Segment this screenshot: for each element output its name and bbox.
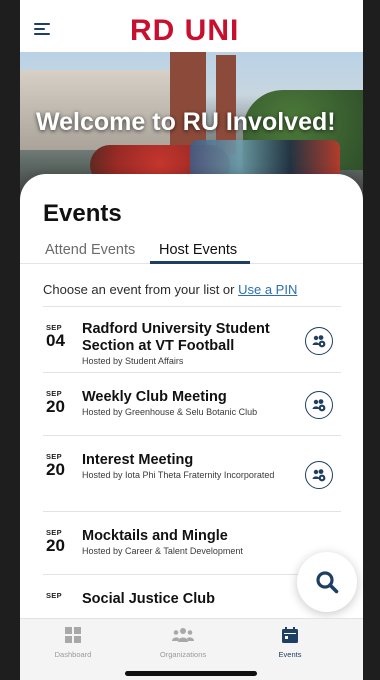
event-info: Weekly Club Meeting Hosted by Greenhouse… [82, 389, 297, 418]
checkin-button[interactable] [305, 461, 333, 489]
nav-label-events: Events [278, 650, 302, 659]
calendar-icon [282, 627, 298, 643]
event-title: Mocktails and Mingle [82, 528, 228, 544]
list-item[interactable]: SEP 20 Weekly Club Meeting Hosted by Gre… [43, 373, 341, 436]
organizations-icon [172, 628, 194, 642]
event-host: Hosted by Greenhouse & Selu Botanic Club [82, 407, 258, 417]
event-date: SEP 20 [46, 528, 74, 554]
list-item[interactable]: SEP 20 Interest Meeting Hosted by Iota P… [43, 436, 341, 512]
use-pin-link[interactable]: Use a PIN [238, 282, 297, 297]
tab-host-events[interactable]: Host Events [159, 242, 237, 258]
brand-logo: RD UNI [130, 14, 240, 47]
event-date: SEP [46, 591, 74, 600]
event-title: Social Justice Club [82, 591, 215, 607]
event-date: SEP 20 [46, 389, 74, 415]
right-frame-edge [363, 0, 380, 680]
nav-organizations[interactable]: Organizations [138, 625, 228, 659]
nav-label-dashboard: Dashboard [54, 650, 92, 659]
dashboard-icon [65, 627, 81, 643]
tab-attend-events[interactable]: Attend Events [45, 242, 135, 258]
event-info: Radford University Student Section at VT… [82, 321, 297, 367]
app-screen: RD UNI Welcome to RU Involved! Events At… [20, 8, 363, 680]
event-date: SEP 04 [46, 323, 74, 349]
hero-title: Welcome to RU Involved! [36, 108, 336, 136]
menu-icon[interactable] [34, 23, 50, 37]
event-title: Weekly Club Meeting [82, 389, 227, 405]
search-fab[interactable] [297, 552, 357, 612]
checkin-button[interactable] [305, 391, 333, 419]
left-frame-edge [0, 0, 20, 680]
events-sheet: Events Attend Events Host Events Choose … [20, 174, 363, 680]
top-bar: RD UNI [20, 8, 363, 52]
event-title: Interest Meeting [82, 452, 194, 468]
tab-bar: Attend Events Host Events [20, 240, 363, 264]
event-list: SEP 04 Radford University Student Sectio… [43, 306, 341, 615]
event-day: 20 [46, 397, 65, 416]
event-info: Social Justice Club [82, 591, 297, 608]
event-host: Hosted by Student Affairs [82, 356, 184, 366]
event-month: SEP [46, 591, 62, 600]
users-badge-icon [312, 399, 326, 412]
users-badge-icon [312, 469, 326, 482]
nav-events[interactable]: Events [245, 625, 335, 659]
nav-dashboard[interactable]: Dashboard [28, 625, 118, 659]
choose-prefix: Choose an event from your list or [43, 282, 239, 297]
event-info: Interest Meeting Hosted by Iota Phi Thet… [82, 452, 297, 481]
search-icon [316, 571, 339, 594]
choose-event-text: Choose an event from your list or Use a … [43, 282, 297, 297]
list-item[interactable]: SEP 04 Radford University Student Sectio… [43, 307, 341, 373]
list-item[interactable]: SEP 20 Mocktails and Mingle Hosted by Ca… [43, 512, 341, 575]
users-badge-icon [312, 335, 326, 348]
event-day: 20 [46, 536, 65, 555]
active-tab-indicator [150, 261, 250, 264]
page-title: Events [43, 200, 122, 227]
event-info: Mocktails and Mingle Hosted by Career & … [82, 528, 297, 557]
event-day: 04 [46, 331, 65, 350]
event-day: 20 [46, 460, 65, 479]
bottom-nav: Dashboard Organizations Events [20, 618, 363, 680]
event-host: Hosted by Career & Talent Development [82, 546, 243, 556]
event-date: SEP 20 [46, 452, 74, 478]
event-title: Radford University Student Section at VT… [82, 321, 270, 354]
checkin-button[interactable] [305, 327, 333, 355]
event-host: Hosted by Iota Phi Theta Fraternity Inco… [82, 470, 275, 480]
nav-label-organizations: Organizations [159, 650, 207, 659]
home-indicator [125, 671, 257, 676]
